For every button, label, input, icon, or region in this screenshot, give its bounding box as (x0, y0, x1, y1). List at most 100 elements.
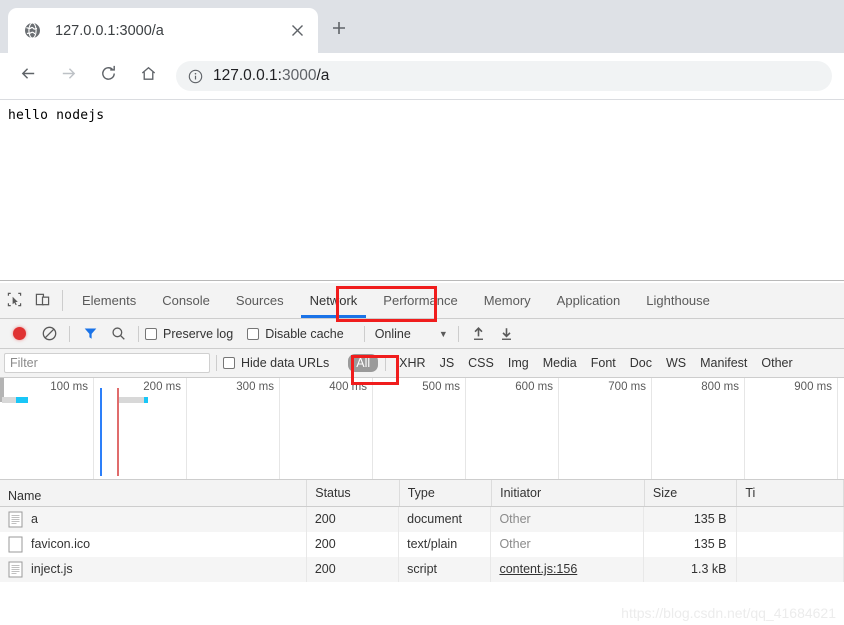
table-row[interactable]: a 200 document Other 135 B (0, 507, 844, 532)
hide-data-urls-checkbox[interactable]: Hide data URLs (223, 356, 329, 370)
throttle-select[interactable]: Online ▼ (375, 327, 448, 341)
filter-input[interactable] (4, 353, 210, 373)
browser-tab-title: 127.0.0.1:3000/a (55, 22, 164, 39)
filter-chip-img[interactable]: Img (502, 354, 535, 372)
resource-type-filters: All XHR JS CSS Img Media Font Doc WS Man… (347, 354, 799, 372)
address-bar-url: 127.0.0.1:3000/a (213, 67, 330, 84)
inspect-element-button[interactable] (0, 283, 28, 318)
network-overview-timeline[interactable]: 100 ms 200 ms 300 ms 400 ms 500 ms 600 ms 700 … (0, 378, 844, 480)
disable-cache-checkbox[interactable]: Disable cache (247, 327, 344, 341)
tab-console[interactable]: Console (149, 283, 223, 318)
cell-initiator[interactable]: content.js:156 (491, 557, 645, 582)
network-filterbar: Hide data URLs All XHR JS CSS Img Media … (0, 349, 844, 378)
filter-chip-css[interactable]: CSS (462, 354, 500, 372)
browser-window: 127.0.0.1:3000/a 127.0.0.1:3000/a hello … (0, 0, 844, 625)
device-toolbar-button[interactable] (28, 283, 56, 318)
browser-toolbar: 127.0.0.1:3000/a (0, 53, 844, 100)
filter-chip-media[interactable]: Media (537, 354, 583, 372)
filter-chip-doc[interactable]: Doc (624, 354, 658, 372)
close-icon[interactable] (286, 20, 308, 42)
cell-name[interactable]: inject.js (0, 557, 307, 582)
timeline-tick-label: 500 ms (422, 381, 460, 393)
column-header-time[interactable]: Ti (737, 480, 844, 506)
new-tab-button[interactable] (325, 16, 353, 44)
plus-icon (331, 20, 347, 41)
timeline-tick-label: 300 ms (236, 381, 274, 393)
download-arrow-icon[interactable] (493, 321, 521, 347)
timeline-gridline (651, 378, 652, 479)
clear-prohibited-icon[interactable] (35, 321, 63, 347)
cell-name[interactable]: favicon.ico (0, 532, 307, 557)
reload-icon (99, 64, 118, 88)
magnifier-icon[interactable] (104, 321, 132, 347)
column-header-size[interactable]: Size (645, 480, 738, 506)
browser-tab[interactable]: 127.0.0.1:3000/a (8, 8, 318, 53)
table-row[interactable]: inject.js 200 script content.js:156 1.3 kB (0, 557, 844, 582)
cell-size: 1.3 kB (644, 557, 738, 582)
table-row[interactable]: favicon.ico 200 text/plain Other 135 B (0, 532, 844, 557)
dom-content-loaded-marker (100, 388, 102, 476)
timeline-gridline (558, 378, 559, 479)
column-header-initiator[interactable]: Initiator (492, 480, 645, 506)
tab-memory[interactable]: Memory (471, 283, 544, 318)
reload-button[interactable] (92, 60, 124, 92)
upload-arrow-icon[interactable] (465, 321, 493, 347)
cell-status: 200 (307, 557, 400, 582)
column-header-status[interactable]: Status (307, 480, 400, 506)
cell-time (737, 532, 844, 557)
filter-chip-js[interactable]: JS (434, 354, 461, 372)
divider (138, 325, 139, 342)
cell-initiator: Other (491, 532, 645, 557)
divider (62, 290, 63, 311)
column-header-name[interactable]: Name (0, 480, 308, 506)
checkbox-box (223, 357, 235, 369)
tab-lighthouse[interactable]: Lighthouse (633, 283, 723, 318)
arrow-right-icon (59, 64, 78, 88)
devtools-tabbar: Elements Console Sources Network Perform… (0, 283, 844, 319)
initiator-text: Other (499, 537, 531, 551)
initiator-text: Other (499, 512, 531, 526)
timeline-gridline (279, 378, 280, 479)
filter-chip-font[interactable]: Font (585, 354, 622, 372)
filter-chip-ws[interactable]: WS (660, 354, 692, 372)
tab-sources[interactable]: Sources (223, 283, 297, 318)
overview-request-bar (118, 397, 148, 403)
home-icon (139, 64, 158, 88)
cell-size: 135 B (644, 507, 738, 532)
checkbox-box (145, 327, 157, 340)
globe-icon (24, 22, 41, 39)
info-circle-icon[interactable] (188, 69, 203, 84)
funnel-icon[interactable] (76, 321, 104, 347)
forward-button[interactable] (52, 60, 84, 92)
record-circle-icon[interactable] (13, 327, 26, 340)
filter-chip-other[interactable]: Other (755, 354, 798, 372)
divider (457, 325, 459, 342)
cell-time (737, 557, 844, 582)
tab-performance[interactable]: Performance (370, 283, 470, 318)
overview-ruler: 100 ms 200 ms 300 ms 400 ms 500 ms 600 ms 700 … (0, 378, 844, 479)
back-button[interactable] (12, 60, 44, 92)
tab-label: Sources (235, 293, 284, 308)
tab-elements[interactable]: Elements (69, 283, 149, 318)
timeline-gridline (93, 378, 94, 479)
tab-application[interactable]: Application (544, 283, 634, 318)
bar-download-segment (144, 397, 148, 403)
filter-chip-manifest[interactable]: Manifest (694, 354, 753, 372)
home-button[interactable] (132, 60, 164, 92)
arrow-left-icon (19, 64, 38, 88)
address-bar[interactable]: 127.0.0.1:3000/a (176, 61, 832, 91)
tab-label: Elements (82, 293, 137, 308)
cell-name[interactable]: a (0, 507, 307, 532)
column-header-type[interactable]: Type (400, 480, 493, 506)
filter-chip-xhr[interactable]: XHR (393, 354, 431, 372)
timeline-gridline (372, 378, 373, 479)
preserve-log-checkbox[interactable]: Preserve log (145, 327, 233, 341)
checkbox-label: Hide data URLs (241, 356, 330, 370)
cell-time (737, 507, 844, 532)
divider (385, 355, 387, 371)
filter-chip-all[interactable]: All (348, 354, 379, 372)
initiator-link[interactable]: content.js:156 (499, 562, 577, 576)
network-request-table: Name Status Type Initiator Size Ti a 200 d… (0, 480, 844, 625)
tab-network[interactable]: Network (296, 283, 371, 318)
timeline-tick-label: 700 ms (608, 381, 646, 393)
